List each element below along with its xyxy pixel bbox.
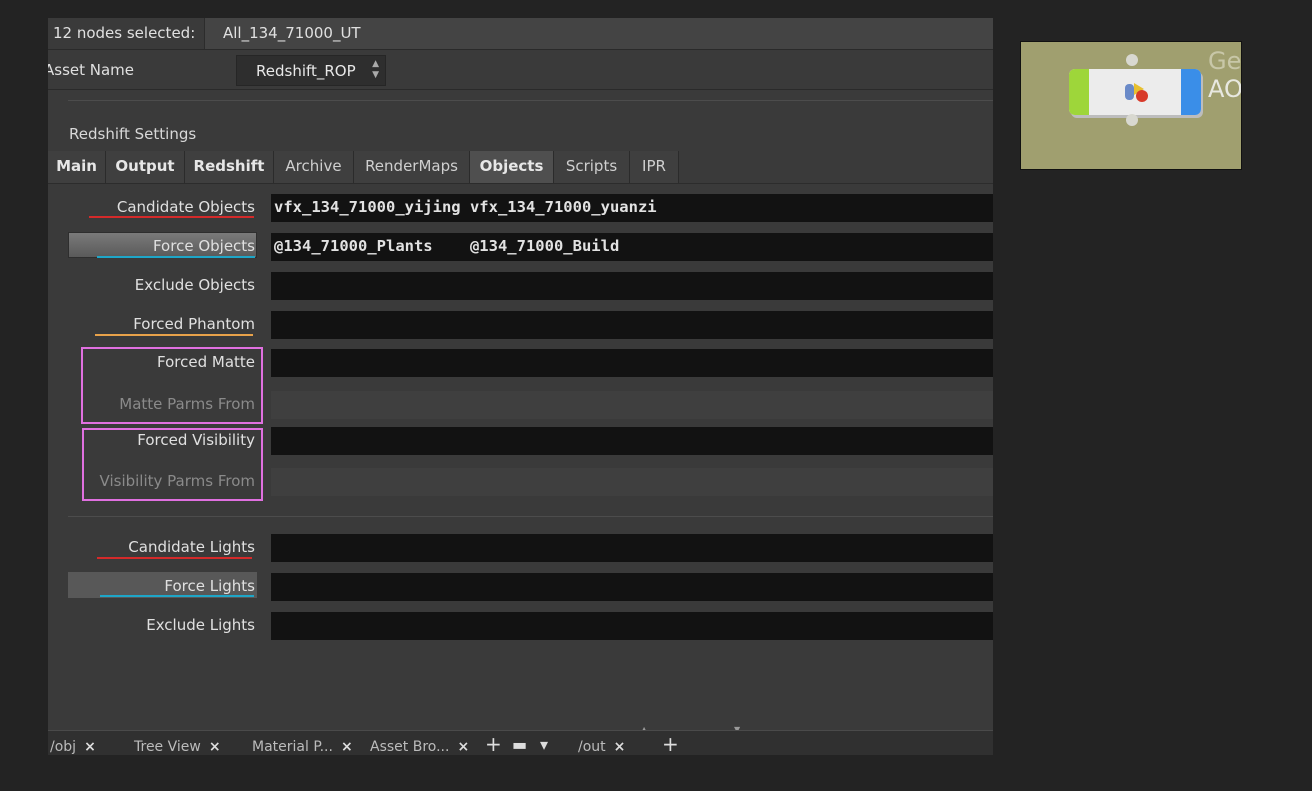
- tab-scripts[interactable]: Scripts: [554, 151, 630, 183]
- force-objects-label: Force Objects: [152, 237, 255, 255]
- tab-rendermaps[interactable]: RenderMaps: [354, 151, 470, 183]
- add-tab-icon[interactable]: +: [662, 732, 679, 755]
- visibility-parms-from-field[interactable]: [271, 468, 993, 496]
- force-lights-label: Force Lights: [164, 577, 255, 595]
- close-icon[interactable]: ×: [84, 739, 96, 755]
- selection-count-label: 12 nodes selected:: [53, 24, 196, 42]
- section-title: Redshift Settings: [69, 125, 197, 143]
- node-name-text: AO: [1208, 75, 1242, 103]
- close-icon[interactable]: ×: [457, 739, 469, 755]
- redshift-rop-node[interactable]: [1069, 69, 1201, 115]
- orange-underline: [95, 334, 253, 336]
- force-objects-row: Force Objects @134_71000_Plants @134_710…: [48, 232, 993, 262]
- red-underline: [97, 557, 252, 559]
- force-lights-row: Force Lights: [48, 572, 993, 602]
- selection-header: 12 nodes selected: All_134_71000_UT: [48, 18, 993, 50]
- close-icon[interactable]: ×: [341, 739, 353, 755]
- matte-highlight-box: [81, 347, 263, 424]
- output-connector-icon: [1126, 114, 1138, 126]
- asset-name-label: Asset Name: [48, 61, 135, 79]
- pane-tab-bar: /obj × Tree View × Material P... × Asset Br…: [48, 730, 993, 755]
- asset-name-row: Asset Name Redshift_ROP ▲ ▼: [48, 51, 993, 90]
- pane-tab-material[interactable]: Material P... ×: [252, 739, 353, 755]
- force-objects-value: @134_71000_Plants @134_71000_Build: [274, 237, 620, 255]
- forced-phantom-label: Forced Phantom: [133, 315, 255, 333]
- selection-name-value: All_134_71000_UT: [223, 24, 361, 42]
- tab-bar: Main Output Redshift Archive RenderMaps …: [48, 151, 993, 184]
- candidate-lights-row: Candidate Lights: [48, 533, 993, 563]
- divider: [68, 516, 993, 517]
- exclude-lights-field[interactable]: [271, 612, 993, 640]
- tab-output[interactable]: Output: [106, 151, 185, 183]
- forced-matte-field[interactable]: [271, 349, 993, 377]
- visibility-highlight-box: [82, 428, 263, 501]
- parameter-panel: 12 nodes selected: All_134_71000_UT Asse…: [48, 18, 993, 755]
- input-connector-icon: [1126, 54, 1138, 66]
- close-icon[interactable]: ×: [614, 739, 626, 755]
- candidate-objects-label: Candidate Objects: [116, 198, 255, 216]
- exclude-objects-label: Exclude Objects: [134, 276, 255, 294]
- tab-redshift[interactable]: Redshift: [185, 151, 274, 183]
- forced-visibility-field[interactable]: [271, 427, 993, 455]
- candidate-objects-value: vfx_134_71000_yijing vfx_134_71000_yuanz…: [274, 198, 657, 216]
- blue-underline: [100, 595, 254, 597]
- panel-layout-icon[interactable]: ▬: [512, 735, 527, 754]
- node-display-flag[interactable]: [1181, 69, 1201, 115]
- divider: [68, 100, 993, 101]
- network-view-thumbnail[interactable]: Ge AO: [1020, 41, 1242, 170]
- asset-name-value: Redshift_ROP: [256, 62, 356, 80]
- pane-tab-tree-view-label: Tree View: [134, 739, 201, 755]
- pane-tab-asset-browser-label: Asset Bro...: [370, 739, 450, 755]
- exclude-objects-field[interactable]: [271, 272, 993, 300]
- node-name-text: Ge: [1208, 47, 1242, 75]
- matte-parms-from-field[interactable]: [271, 391, 993, 419]
- tab-objects[interactable]: Objects: [470, 151, 554, 183]
- blue-underline: [97, 256, 255, 258]
- selection-name-field[interactable]: All_134_71000_UT: [204, 18, 993, 49]
- candidate-lights-label: Candidate Lights: [128, 538, 255, 556]
- pane-tab-obj[interactable]: /obj ×: [50, 739, 96, 755]
- forced-phantom-row: Forced Phantom: [48, 310, 993, 340]
- render-node-icon: [1125, 83, 1148, 102]
- tab-archive[interactable]: Archive: [274, 151, 354, 183]
- pane-tab-out-label: /out: [578, 739, 606, 755]
- exclude-lights-row: Exclude Lights: [48, 611, 993, 641]
- exclude-objects-row: Exclude Objects: [48, 271, 993, 301]
- force-objects-field[interactable]: @134_71000_Plants @134_71000_Build: [271, 233, 993, 261]
- pane-tab-material-label: Material P...: [252, 739, 333, 755]
- close-icon[interactable]: ×: [209, 739, 221, 755]
- add-tab-icon[interactable]: +: [485, 732, 502, 755]
- pane-tab-out[interactable]: /out ×: [578, 739, 625, 755]
- forced-phantom-field[interactable]: [271, 311, 993, 339]
- candidate-objects-field[interactable]: vfx_134_71000_yijing vfx_134_71000_yuanz…: [271, 194, 993, 222]
- up-down-arrows-icon: ▲ ▼: [372, 59, 379, 80]
- dropdown-caret-icon[interactable]: ▾: [540, 735, 548, 754]
- node-bypass-flag[interactable]: [1069, 69, 1089, 115]
- pane-tab-tree-view[interactable]: Tree View ×: [134, 739, 221, 755]
- red-underline: [89, 216, 254, 218]
- tab-ipr[interactable]: IPR: [630, 151, 679, 183]
- pane-tab-obj-label: /obj: [50, 739, 77, 755]
- exclude-lights-label: Exclude Lights: [146, 616, 255, 634]
- force-lights-field[interactable]: [271, 573, 993, 601]
- candidate-lights-field[interactable]: [271, 534, 993, 562]
- candidate-objects-row: Candidate Objects vfx_134_71000_yijing v…: [48, 193, 993, 223]
- asset-name-menu[interactable]: Redshift_ROP ▲ ▼: [236, 55, 386, 86]
- tab-main[interactable]: Main: [48, 151, 106, 183]
- pane-tab-asset-browser[interactable]: Asset Bro... ×: [370, 739, 469, 755]
